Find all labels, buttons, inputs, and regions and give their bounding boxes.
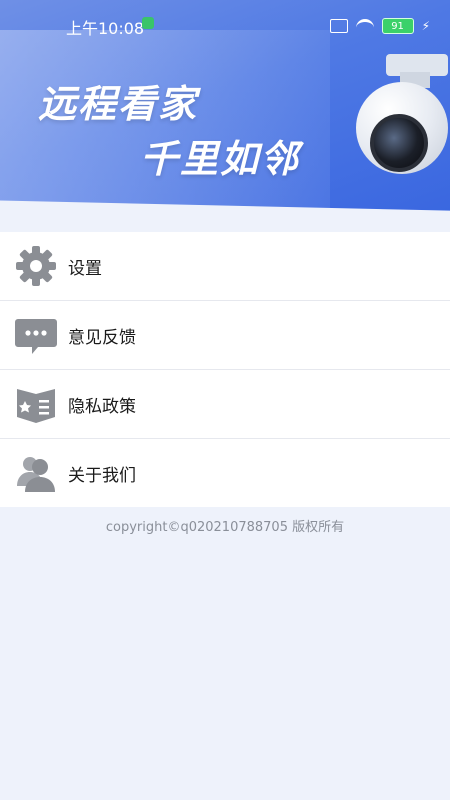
chat-bubble-icon	[14, 313, 58, 357]
slogan-line-1: 远程看家	[38, 82, 199, 126]
users-icon	[14, 451, 58, 495]
settings-menu: 设置 意见反馈 隐私政策 关于我们	[0, 232, 450, 507]
battery-level: 91	[391, 20, 404, 32]
battery-icon: 91	[381, 18, 414, 34]
sim-icon	[329, 19, 348, 33]
header-banner: 上午10:08 91 ⚡ 远程看家 千里如邻	[0, 0, 450, 212]
menu-item-privacy-policy[interactable]: 隐私政策	[0, 370, 450, 439]
status-time: 上午10:08	[66, 19, 145, 38]
menu-label-feedback: 意见反馈	[68, 327, 136, 348]
slogan-line-2: 千里如邻	[140, 137, 301, 181]
menu-item-settings[interactable]: 设置	[0, 232, 450, 301]
menu-label-about-us: 关于我们	[68, 465, 136, 486]
gear-icon	[14, 244, 58, 288]
status-icons: 91 ⚡	[329, 18, 430, 34]
copyright-text: copyright©q020210788705 版权所有	[105, 520, 345, 535]
camera-lens	[370, 114, 428, 172]
menu-item-feedback[interactable]: 意见反馈	[0, 301, 450, 370]
notification-icon	[142, 17, 154, 29]
menu-label-settings: 设置	[68, 258, 102, 279]
menu-item-about-us[interactable]: 关于我们	[0, 439, 450, 507]
security-camera-illustration	[352, 54, 448, 184]
menu-label-privacy-policy: 隐私政策	[68, 396, 136, 417]
shield-list-icon	[14, 382, 58, 426]
wifi-icon	[355, 18, 374, 34]
charging-icon: ⚡	[421, 19, 430, 33]
